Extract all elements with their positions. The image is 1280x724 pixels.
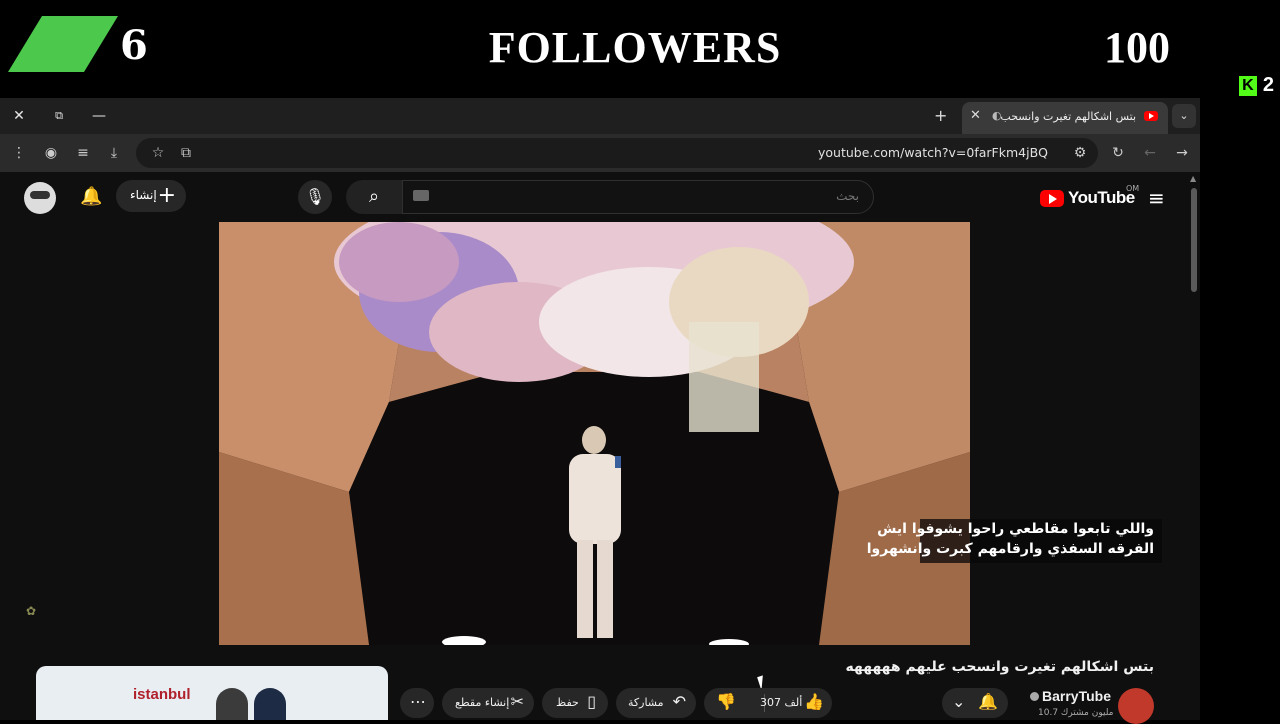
- bookmark-icon: ▯: [587, 692, 596, 711]
- hamburger-menu-icon[interactable]: ≡: [1148, 186, 1165, 210]
- scissors-icon: ✂: [510, 692, 524, 711]
- subtitle-line-1: واللي تابعوا مقاطعي راحوا يشوفوا ايش: [877, 521, 1154, 537]
- install-app-icon[interactable]: ⧉: [176, 143, 196, 163]
- more-actions-button[interactable]: ⋯: [400, 688, 434, 718]
- back-arrow-icon[interactable]: ←: [1140, 143, 1160, 163]
- more-dots-icon: ⋯: [410, 692, 426, 711]
- notification-bell-icon: 🔔: [978, 692, 998, 711]
- keyboard-icon[interactable]: [413, 190, 429, 201]
- reload-icon[interactable]: ↻: [1108, 143, 1128, 163]
- restore-window-icon[interactable]: ⧉: [49, 106, 69, 126]
- minimize-window-icon[interactable]: —: [89, 106, 109, 126]
- clip-button[interactable]: إنشاء مقطع ✂: [442, 688, 534, 718]
- save-button[interactable]: حفظ ▯: [542, 688, 608, 718]
- video-actions-row: ⋯ إنشاء مقطع ✂ حفظ ▯ مشاركة ↶ 👎 307 ألف …: [0, 686, 1188, 724]
- dislike-icon[interactable]: 👎: [716, 692, 736, 711]
- country-code: OM: [1126, 184, 1140, 193]
- overlay-right-number: 100: [1104, 23, 1170, 72]
- search-icon[interactable]: ⌕: [346, 180, 402, 214]
- scrollbar-thumb[interactable]: [1191, 188, 1197, 292]
- user-avatar[interactable]: [24, 182, 56, 214]
- share-label: مشاركة: [628, 696, 664, 709]
- clip-label: إنشاء مقطع: [455, 696, 510, 709]
- overlay-title: FOLLOWERS: [488, 23, 782, 72]
- youtube-page: 🔔 إنشاء + 🎙 ⌕ بحث YouTube OM ≡ ▲ واللي ت…: [0, 172, 1200, 724]
- channel-avatar[interactable]: [1118, 688, 1154, 724]
- close-tab-icon[interactable]: ✕: [970, 108, 981, 123]
- download-icon[interactable]: ⤓: [104, 143, 124, 163]
- share-button[interactable]: مشاركة ↶: [616, 688, 696, 718]
- youtube-masthead: 🔔 إنشاء + 🎙 ⌕ بحث YouTube OM ≡: [0, 172, 1188, 222]
- like-count[interactable]: 307 ألف: [760, 696, 802, 709]
- media-control-icon[interactable]: ≡: [73, 143, 93, 163]
- youtube-logo[interactable]: YouTube: [1040, 188, 1135, 208]
- notifications-bell-icon[interactable]: 🔔: [80, 186, 102, 207]
- like-icon[interactable]: 👍: [804, 692, 824, 711]
- stream-overlay-banner: 6 FOLLOWERS 100: [0, 0, 1280, 98]
- subtitle-line-2: الفرقه السفذي وارقامهم كبرت وانشهروا: [866, 541, 1154, 557]
- chevron-down-icon: ⌄: [952, 692, 966, 711]
- voice-search-mic-icon[interactable]: 🎙: [298, 180, 332, 214]
- url-text[interactable]: youtube.com/watch?v=0farFkm4jBQ: [818, 145, 1048, 160]
- search-placeholder: بحث: [836, 189, 859, 203]
- channel-name[interactable]: BarryTube: [1042, 688, 1111, 704]
- subscriber-count: 10.7 مليون مشترك: [1038, 708, 1114, 718]
- address-bar[interactable]: ☆ ⧉ youtube.com/watch?v=0farFkm4jBQ ⚙: [136, 138, 1098, 168]
- plus-icon: +: [157, 183, 176, 208]
- kick-count: 2: [1262, 74, 1274, 96]
- kick-viewer-badge: K 2: [1238, 74, 1274, 97]
- subscribed-button[interactable]: ⌄ 🔔: [942, 688, 1008, 718]
- scroll-up-arrow-icon[interactable]: ▲: [1190, 174, 1196, 183]
- video-player[interactable]: [219, 222, 970, 645]
- browser-toolbar: ⋮ ◉ ≡ ⤓ ☆ ⧉ youtube.com/watch?v=0farFkm4…: [0, 134, 1200, 172]
- tab-title: بتس اشكالهم تغيرت وانسحب: [1000, 110, 1136, 123]
- site-settings-icon[interactable]: ⚙: [1070, 143, 1090, 163]
- search-input[interactable]: بحث: [402, 180, 874, 214]
- youtube-favicon-icon: [1144, 111, 1158, 121]
- new-tab-icon[interactable]: +: [934, 106, 947, 125]
- extension-icon[interactable]: ✿: [26, 604, 36, 618]
- browser-tab[interactable]: ✕ ◐ بتس اشكالهم تغيرت وانسحب: [962, 102, 1168, 134]
- kick-logo-icon: K: [1238, 75, 1257, 96]
- forward-arrow-icon[interactable]: →: [1172, 143, 1192, 163]
- close-window-icon[interactable]: ✕: [9, 106, 29, 126]
- create-label: إنشاء: [130, 188, 157, 202]
- create-button[interactable]: إنشاء +: [116, 180, 186, 212]
- video-title: بتس اشكالهم تغيرت وانسحب عليهم هههههه: [845, 659, 1154, 675]
- youtube-logo-icon: [1040, 189, 1064, 207]
- title-bar: ✕ ⧉ — + ✕ ◐ بتس اشكالهم تغيرت وانسحب ⌄: [0, 98, 1200, 134]
- video-frame: [219, 222, 970, 645]
- profile-icon[interactable]: ◉: [41, 143, 61, 163]
- bookmark-star-icon[interactable]: ☆: [148, 143, 168, 163]
- subtitle-caption: واللي تابعوا مقاطعي راحوا يشوفوا ايش الف…: [867, 519, 1162, 563]
- youtube-logo-text: YouTube: [1068, 188, 1135, 207]
- share-arrow-icon: ↶: [672, 692, 686, 711]
- browser-window: ✕ ⧉ — + ✕ ◐ بتس اشكالهم تغيرت وانسحب ⌄ ⋮…: [0, 98, 1200, 724]
- like-dislike-group: 👎 307 ألف 👍: [704, 688, 832, 718]
- page-scrollbar[interactable]: ▲: [1188, 172, 1200, 720]
- browser-menu-icon[interactable]: ⋮: [9, 143, 29, 163]
- verified-badge-icon: [1030, 692, 1039, 701]
- save-label: حفظ: [556, 696, 579, 709]
- tab-list-chevron-icon[interactable]: ⌄: [1172, 104, 1196, 128]
